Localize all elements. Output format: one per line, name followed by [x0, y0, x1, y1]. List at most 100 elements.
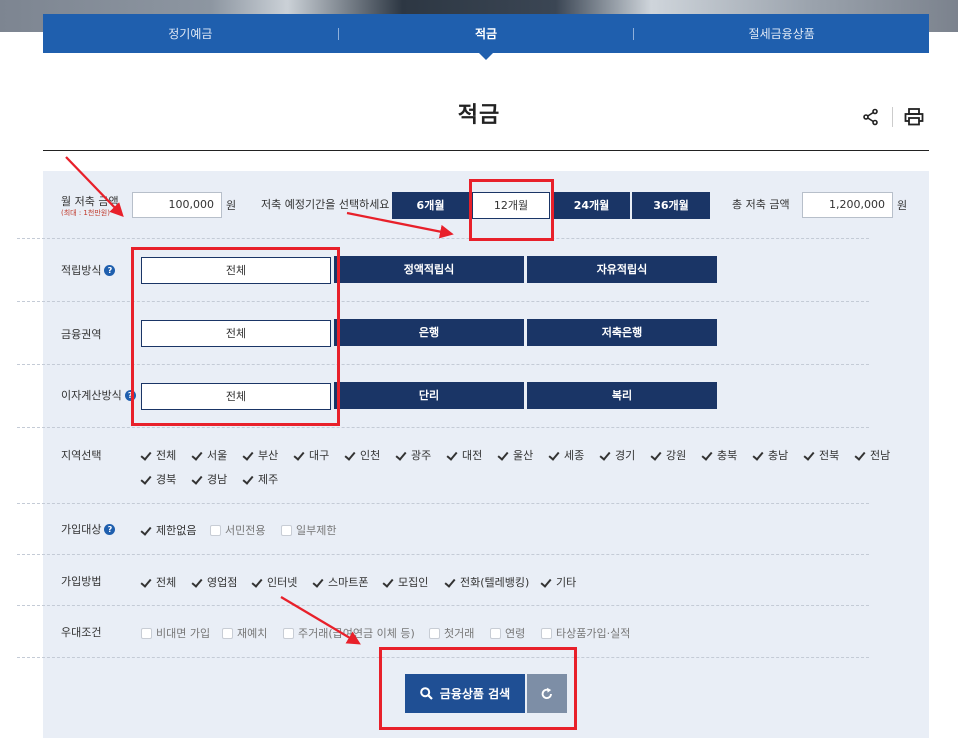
check-icon: [445, 577, 456, 588]
region-label: 강원: [666, 449, 687, 462]
region-checkbox[interactable]: 대전: [447, 447, 482, 463]
interest-compound-button[interactable]: 복리: [527, 382, 717, 409]
sector-savings-bank-button[interactable]: 저축은행: [527, 319, 717, 346]
region-row: [17, 428, 869, 504]
checkbox-box: [283, 627, 294, 639]
period-12-months-button[interactable]: 12개월: [472, 192, 550, 219]
accumulation-fixed-button[interactable]: 정액적립식: [334, 256, 524, 283]
sector-bank-button[interactable]: 은행: [334, 319, 524, 346]
region-checkbox[interactable]: 강원: [651, 447, 686, 463]
check-icon: [702, 450, 713, 461]
method-checkbox[interactable]: 스마트폰: [313, 574, 368, 590]
target-checkbox[interactable]: 서민전용: [210, 522, 265, 538]
reset-button[interactable]: [527, 674, 567, 713]
region-label: 제주: [258, 473, 279, 486]
region-checkbox[interactable]: 경기: [600, 447, 635, 463]
region-checkbox[interactable]: 경남: [192, 471, 227, 487]
region-checkbox[interactable]: 울산: [498, 447, 533, 463]
method-checkbox[interactable]: 전체: [141, 574, 176, 590]
region-checkbox[interactable]: 전체: [141, 447, 176, 463]
region-checkbox[interactable]: 광주: [396, 447, 431, 463]
method-checkbox[interactable]: 인터넷: [252, 574, 297, 590]
active-tab-caret: [479, 53, 493, 60]
region-label: 충북: [717, 449, 738, 462]
region-checkbox[interactable]: 전북: [804, 447, 839, 463]
region-label: 전체: [156, 449, 177, 462]
share-icon[interactable]: [858, 106, 884, 128]
preferential-label: 주거래(급여연금 이체 등): [298, 627, 415, 640]
preferential-checkbox[interactable]: 비대면 가입: [141, 625, 210, 641]
check-icon: [141, 525, 152, 536]
region-checkbox[interactable]: 전남: [855, 447, 890, 463]
product-tabbar: 정기예금 적금 절세금융상품: [43, 14, 929, 53]
target-checkbox[interactable]: 제한없음: [141, 522, 196, 538]
check-icon: [541, 577, 552, 588]
accumulation-all-button[interactable]: 전체: [141, 257, 331, 284]
method-checkbox[interactable]: 기타: [541, 574, 576, 590]
check-icon: [600, 450, 611, 461]
region-checkbox[interactable]: 부산: [243, 447, 278, 463]
monthly-amount-note: (최대 : 1천만원): [61, 209, 110, 217]
help-icon[interactable]: ?: [124, 390, 136, 401]
method-checkbox[interactable]: 모집인: [383, 574, 428, 590]
check-icon: [447, 450, 458, 461]
method-label: 모집인: [398, 576, 429, 589]
page-tools: [858, 106, 927, 128]
interest-label: 이자계산방식?: [61, 387, 136, 403]
checkbox-box: [141, 627, 152, 639]
preferential-checkbox[interactable]: 첫거래: [429, 625, 474, 641]
tab-installment-savings[interactable]: 적금: [339, 25, 634, 42]
method-checkbox[interactable]: 전화(텔레뱅킹): [445, 574, 529, 590]
region-checkbox[interactable]: 경북: [141, 471, 176, 487]
interest-label-text: 이자계산방식: [61, 389, 122, 402]
sector-all-button[interactable]: 전체: [141, 320, 331, 347]
period-24-months-button[interactable]: 24개월: [553, 192, 630, 219]
page-title: 적금: [457, 103, 501, 128]
tab-term-deposit[interactable]: 정기예금: [43, 25, 338, 42]
region-checkbox[interactable]: 충북: [702, 447, 737, 463]
preferential-label: 첫거래: [444, 627, 475, 640]
region-checkbox[interactable]: 세종: [549, 447, 584, 463]
region-checkbox[interactable]: 충남: [753, 447, 788, 463]
preferential-checkbox[interactable]: 타상품가입·실적: [541, 625, 630, 641]
period-6-months-button[interactable]: 6개월: [392, 192, 469, 219]
method-checkbox[interactable]: 영업점: [192, 574, 237, 590]
preferential-label: 재예치: [237, 627, 268, 640]
preferential-checkbox[interactable]: 재예치: [222, 625, 267, 641]
total-amount-unit: 원: [897, 199, 908, 212]
method-label: 전화(텔레뱅킹): [460, 576, 530, 589]
period-36-months-button[interactable]: 36개월: [632, 192, 710, 219]
checkbox-box: [222, 627, 233, 639]
interest-all-button[interactable]: 전체: [141, 383, 331, 410]
region-checkbox[interactable]: 인천: [345, 447, 380, 463]
interest-simple-button[interactable]: 단리: [334, 382, 524, 409]
region-checkbox[interactable]: 대구: [294, 447, 329, 463]
preferential-label: 연령: [505, 627, 526, 640]
method-label: 가입방법: [61, 575, 102, 588]
check-icon: [141, 577, 152, 588]
print-icon[interactable]: [901, 106, 927, 128]
accumulation-free-button[interactable]: 자유적립식: [527, 256, 717, 283]
preferential-label: 우대조건: [61, 626, 102, 639]
region-label: 경기: [615, 449, 636, 462]
check-icon: [396, 450, 407, 461]
method-label: 영업점: [207, 576, 238, 589]
region-checkbox[interactable]: 서울: [192, 447, 227, 463]
check-icon: [252, 577, 263, 588]
region-checkbox[interactable]: 제주: [243, 471, 278, 487]
preferential-checkbox[interactable]: 주거래(급여연금 이체 등): [283, 625, 415, 641]
monthly-amount-input[interactable]: 100,000: [132, 192, 222, 218]
total-amount-label: 총 저축 금액: [732, 198, 790, 211]
preferential-checkbox[interactable]: 연령: [490, 625, 525, 641]
target-checkbox[interactable]: 일부제한: [281, 522, 336, 538]
help-icon[interactable]: ?: [104, 265, 116, 276]
tab-tax-saving-products[interactable]: 절세금융상품: [634, 25, 929, 42]
total-amount-field: 1,200,000: [802, 192, 893, 218]
region-label: 대구: [309, 449, 330, 462]
tool-divider: [892, 107, 893, 127]
method-label: 스마트폰: [328, 576, 369, 589]
region-label: 인천: [360, 449, 381, 462]
help-icon[interactable]: ?: [104, 524, 116, 535]
check-icon: [141, 474, 152, 485]
product-search-button[interactable]: 금융상품 검색: [405, 674, 525, 713]
